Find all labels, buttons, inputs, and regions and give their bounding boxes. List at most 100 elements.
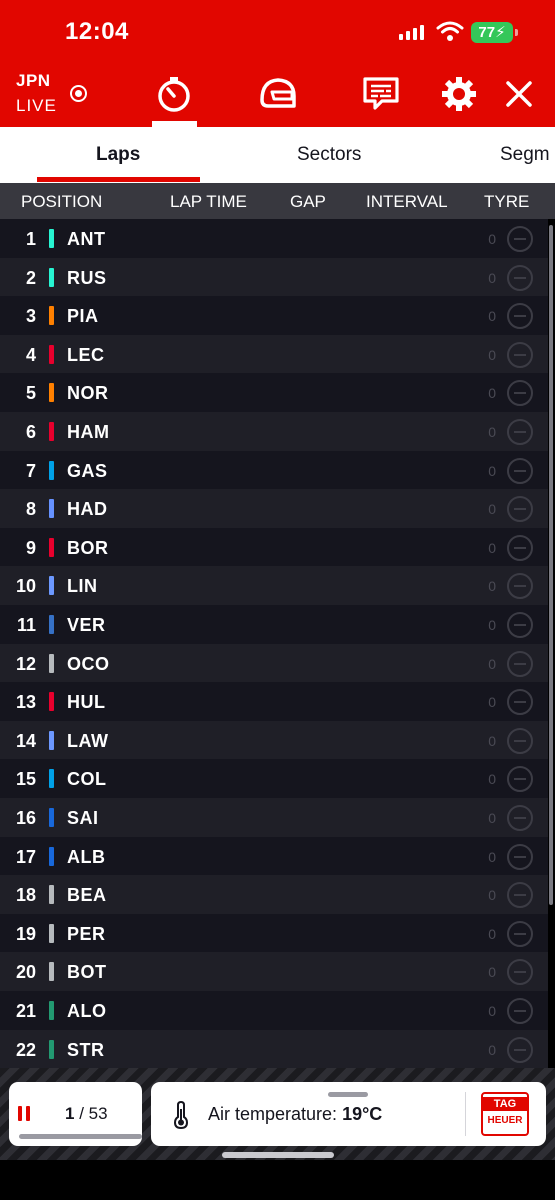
wifi-icon [436, 21, 464, 41]
timer-icon[interactable] [152, 72, 196, 116]
tyre-laps: 0 [488, 887, 496, 904]
team-color-bar [49, 1039, 54, 1059]
driver-position: 2 [25, 267, 36, 288]
driver-code: HAD [67, 499, 108, 520]
tyre-laps: 0 [488, 810, 496, 826]
team-color-bar [49, 267, 54, 287]
driver-position: 7 [25, 460, 36, 481]
driver-code: SAI [67, 808, 99, 828]
close-icon[interactable] [497, 72, 541, 116]
table-row[interactable]: 15 COL 0 [0, 759, 548, 798]
pause-icon[interactable] [18, 1106, 30, 1121]
settings-icon[interactable] [437, 72, 481, 116]
driver-code: BEA [67, 885, 107, 906]
driver-position: 17 [15, 846, 36, 867]
team-color-bar [49, 808, 54, 827]
driver-code: PIA [67, 306, 99, 327]
table-row[interactable]: 17 ALB 0 [0, 836, 548, 876]
tyre-unknown-icon [507, 573, 533, 600]
tyre-unknown-icon [507, 843, 533, 870]
tyre-unknown-icon [507, 496, 533, 523]
team-color-bar [49, 576, 54, 596]
tyre-unknown-icon [507, 264, 533, 291]
tyre-unknown-icon [507, 882, 533, 909]
drag-handle[interactable] [328, 1092, 368, 1097]
helmet-icon[interactable] [256, 72, 300, 116]
column-interval: INTERVAL [366, 192, 448, 211]
driver-position: 6 [25, 422, 36, 442]
driver-code: HUL [67, 692, 106, 713]
home-indicator [222, 1152, 334, 1158]
tyre-laps: 0 [488, 964, 496, 981]
tyre-laps: 0 [488, 231, 496, 247]
event-code: JPN [16, 71, 51, 90]
driver-position: 14 [15, 730, 36, 751]
tyre-unknown-icon [507, 303, 533, 330]
team-color-bar [49, 730, 54, 750]
table-row[interactable]: 1 ANT 0 [0, 219, 548, 258]
table-row[interactable]: 7 GAS 0 [0, 450, 548, 490]
driver-code: COL [67, 769, 107, 790]
table-row[interactable]: 8 HAD 0 [0, 489, 548, 528]
team-color-bar [49, 383, 54, 403]
table-row[interactable]: 22 STR 0 [0, 1029, 548, 1069]
tyre-laps: 0 [488, 346, 496, 363]
table-row[interactable]: 18 BEA 0 [0, 875, 548, 914]
live-record-icon [70, 85, 87, 102]
team-color-bar [49, 923, 54, 943]
table-row[interactable]: 9 BOR 0 [0, 527, 548, 567]
lap-counter: 1 / 53 [65, 1104, 108, 1123]
active-tab-underline [37, 177, 200, 182]
column-position: POSITION [21, 192, 103, 211]
team-color-bar [49, 962, 54, 982]
tyre-laps: 0 [488, 424, 496, 440]
driver-code: OCO [67, 653, 110, 674]
status-time: 12:04 [65, 18, 129, 45]
tyre-unknown-icon [507, 380, 533, 407]
table-row[interactable]: 4 LEC 0 [0, 334, 548, 374]
team-color-bar [49, 499, 54, 519]
table-row[interactable]: 20 BOT 0 [0, 952, 548, 991]
table-row[interactable]: 2 RUS 0 [0, 257, 548, 297]
tyre-laps: 0 [488, 269, 496, 286]
driver-position: 3 [25, 306, 36, 327]
driver-position: 15 [15, 769, 36, 790]
team-color-bar [49, 229, 54, 248]
team-color-bar [49, 1001, 54, 1020]
tab-sectors[interactable]: Sectors [297, 144, 361, 166]
tab-segments[interactable]: Segm [500, 144, 550, 166]
sponsor-logo: TAG HEUER [481, 1092, 529, 1136]
table-row[interactable]: 13 HUL 0 [0, 682, 548, 721]
table-row[interactable]: 14 LAW 0 [0, 720, 548, 760]
tyre-unknown-icon [507, 766, 533, 793]
table-row[interactable]: 3 PIA 0 [0, 296, 548, 335]
table-row[interactable]: 16 SAI 0 [0, 798, 548, 837]
race-control-icon[interactable] [359, 72, 403, 116]
tyre-laps: 0 [488, 655, 496, 672]
scrollbar[interactable] [549, 225, 553, 905]
tyre-unknown-icon [507, 650, 533, 677]
column-tyre: TYRE [484, 192, 530, 211]
table-header: POSITION LAP TIME GAP INTERVAL TYRE [0, 183, 555, 219]
driver-position: 11 [16, 615, 36, 635]
bottom-safe-area [0, 1160, 555, 1200]
table-row[interactable]: 5 NOR 0 [0, 373, 548, 412]
driver-code: GAS [67, 460, 108, 481]
table-row[interactable]: 19 PER 0 [0, 913, 548, 953]
lap-progress-bar [19, 1134, 142, 1139]
table-row[interactable]: 12 OCO 0 [0, 643, 548, 683]
table-row[interactable]: 6 HAM 0 [0, 412, 548, 451]
thermometer-icon [173, 1101, 189, 1129]
driver-code: LIN [67, 576, 98, 597]
table-row[interactable]: 21 ALO 0 [0, 991, 548, 1030]
tab-laps[interactable]: Laps [96, 144, 140, 166]
driver-code: PER [67, 923, 106, 944]
driver-code: LEC [67, 344, 105, 365]
team-color-bar [49, 769, 54, 789]
tyre-unknown-icon [507, 612, 533, 638]
tyre-laps: 0 [488, 539, 496, 556]
driver-code: BOT [67, 962, 107, 983]
table-row[interactable]: 11 VER 0 [0, 605, 548, 644]
lap-counter-card[interactable]: 1 / 53 [9, 1082, 142, 1146]
table-row[interactable]: 10 LIN 0 [0, 566, 548, 605]
